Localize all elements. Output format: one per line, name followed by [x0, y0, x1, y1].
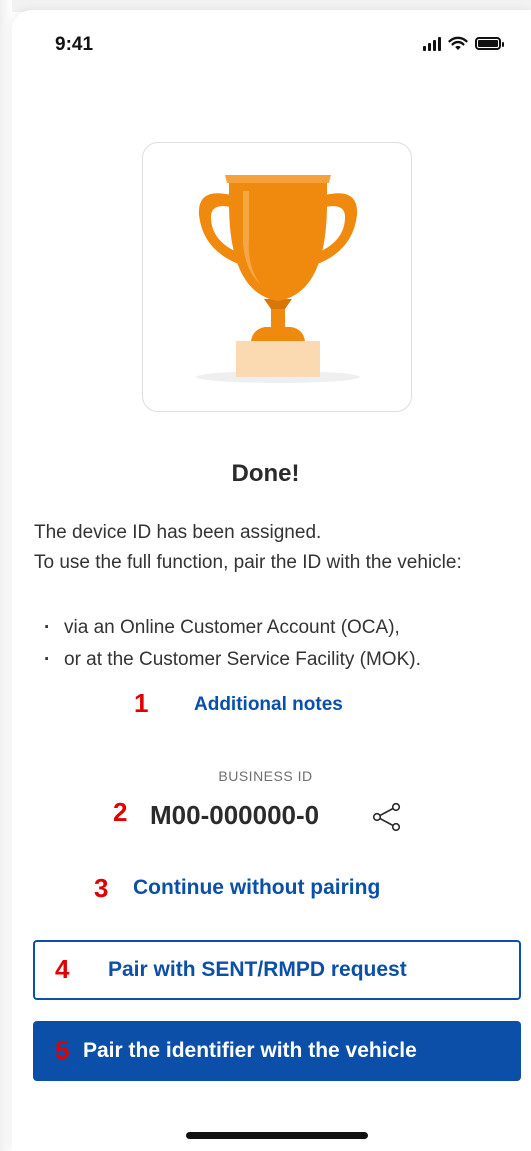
business-id-label: BUSINESS ID: [218, 768, 313, 784]
status-time: 9:41: [55, 34, 94, 55]
frame-left: [0, 0, 12, 1151]
wifi-icon: [448, 36, 468, 50]
bullet-mok: or at the Customer Service Facility (MOK…: [44, 644, 524, 676]
trophy-icon: [196, 175, 360, 383]
pair-with-request-button[interactable]: 4 Pair with SENT/RMPD request: [33, 940, 521, 1000]
business-id-value: M00-000000-0: [150, 800, 320, 830]
bullet-oca: via an Online Customer Account (OCA),: [44, 612, 524, 644]
marker-4: 4: [55, 954, 70, 984]
description-bullets: via an Online Customer Account (OCA), or…: [44, 612, 524, 676]
pair-with-request-label: Pair with SENT/RMPD request: [108, 958, 407, 981]
marker-5: 5: [55, 1035, 70, 1065]
signal-icon: [423, 36, 441, 51]
home-indicator: [186, 1132, 368, 1139]
description-line-2: To use the full function, pair the ID wi…: [34, 552, 462, 573]
additional-notes-link[interactable]: Additional notes: [194, 694, 343, 716]
trophy-card: [142, 142, 412, 412]
description: The device ID has been assigned. To use …: [34, 518, 514, 578]
description-line-1: The device ID has been assigned.: [34, 522, 322, 543]
continue-without-pairing-link[interactable]: Continue without pairing: [133, 876, 380, 900]
marker-3: 3: [94, 873, 109, 903]
status-icons: [423, 36, 504, 51]
marker-2: 2: [113, 797, 128, 827]
pair-identifier-label: Pair the identifier with the vehicle: [83, 1039, 417, 1062]
marker-1: 1: [134, 688, 149, 718]
battery-icon: [475, 37, 504, 50]
done-title: Done!: [231, 460, 300, 487]
pair-identifier-button[interactable]: 5 Pair the identifier with the vehicle: [33, 1021, 521, 1081]
share-icon[interactable]: [372, 802, 402, 832]
